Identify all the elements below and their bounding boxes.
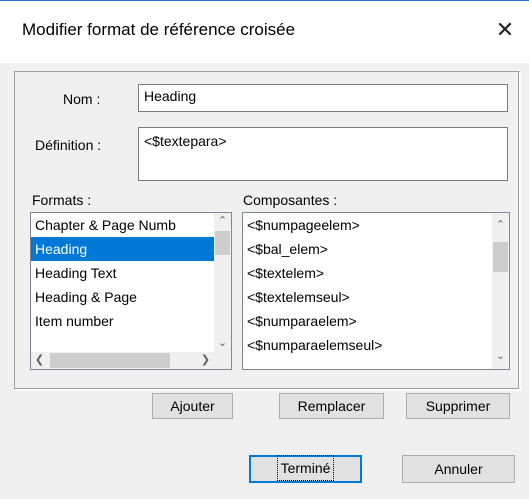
list-item[interactable]: Heading Text <box>31 261 214 285</box>
scroll-up-icon[interactable]: ⌃ <box>492 217 509 234</box>
scroll-up-icon[interactable]: ⌃ <box>214 213 231 230</box>
supprimer-button[interactable]: Supprimer <box>406 393 510 419</box>
close-icon[interactable]: ✕ <box>489 14 521 46</box>
definition-label: Définition : <box>35 137 102 153</box>
list-item[interactable]: <$textelemseul> <box>243 285 492 309</box>
list-item[interactable]: <$numpageelem> <box>243 213 492 237</box>
list-item[interactable]: Heading & Page <box>31 285 214 309</box>
formats-label: Formats : <box>32 192 92 208</box>
formats-list: Chapter & Page Numb Heading Heading Text… <box>31 213 214 333</box>
composantes-list: <$numpageelem> <$bal_elem> <$textelem> <… <box>243 213 492 357</box>
scroll-right-icon[interactable]: ❯ <box>197 352 214 369</box>
termine-button-label: Terminé <box>276 455 335 481</box>
termine-button[interactable]: Terminé <box>249 455 362 483</box>
ajouter-button-label: Ajouter <box>170 398 215 414</box>
list-item[interactable]: <$numparaelem> <box>243 309 492 333</box>
dialog-title: Modifier format de référence croisée <box>22 20 296 39</box>
remplacer-button[interactable]: Remplacer <box>279 393 384 419</box>
title-bar: Modifier format de référence croisée ✕ <box>0 0 529 63</box>
list-item[interactable]: <$bal_elem> <box>243 237 492 261</box>
nom-field[interactable]: Heading <box>138 84 508 112</box>
composantes-label: Composantes : <box>243 192 338 208</box>
supprimer-button-label: Supprimer <box>425 398 491 414</box>
scroll-corner <box>214 352 231 369</box>
list-item-selected[interactable]: Heading <box>31 237 214 261</box>
list-item[interactable]: <$textelem> <box>243 261 492 285</box>
formats-vertical-scrollbar[interactable]: ⌃ ⌄ <box>214 213 231 352</box>
ajouter-button[interactable]: Ajouter <box>152 393 233 419</box>
scroll-thumb[interactable] <box>215 231 230 255</box>
formats-horizontal-scrollbar[interactable]: ❮ ❯ <box>31 352 214 369</box>
scroll-down-icon[interactable]: ⌄ <box>492 348 509 365</box>
list-item[interactable]: Item number <box>31 309 214 333</box>
scroll-left-icon[interactable]: ❮ <box>31 352 48 369</box>
list-item[interactable]: <$numparaelemseul> <box>243 333 492 357</box>
remplacer-button-label: Remplacer <box>297 398 366 414</box>
composantes-vertical-scrollbar[interactable]: ⌃ ⌄ <box>492 213 509 369</box>
scroll-thumb[interactable] <box>50 353 170 368</box>
annuler-button-label: Annuler <box>434 461 483 477</box>
formats-listbox[interactable]: Chapter & Page Numb Heading Heading Text… <box>30 212 232 370</box>
annuler-button[interactable]: Annuler <box>402 455 515 483</box>
nom-label: Nom : <box>63 91 101 107</box>
composantes-listbox[interactable]: <$numpageelem> <$bal_elem> <$textelem> <… <box>242 212 510 370</box>
definition-field[interactable]: <$textepara> <box>138 127 508 181</box>
scroll-thumb[interactable] <box>493 242 508 272</box>
scroll-down-icon[interactable]: ⌄ <box>214 335 231 352</box>
list-item[interactable]: Chapter & Page Numb <box>31 213 214 237</box>
